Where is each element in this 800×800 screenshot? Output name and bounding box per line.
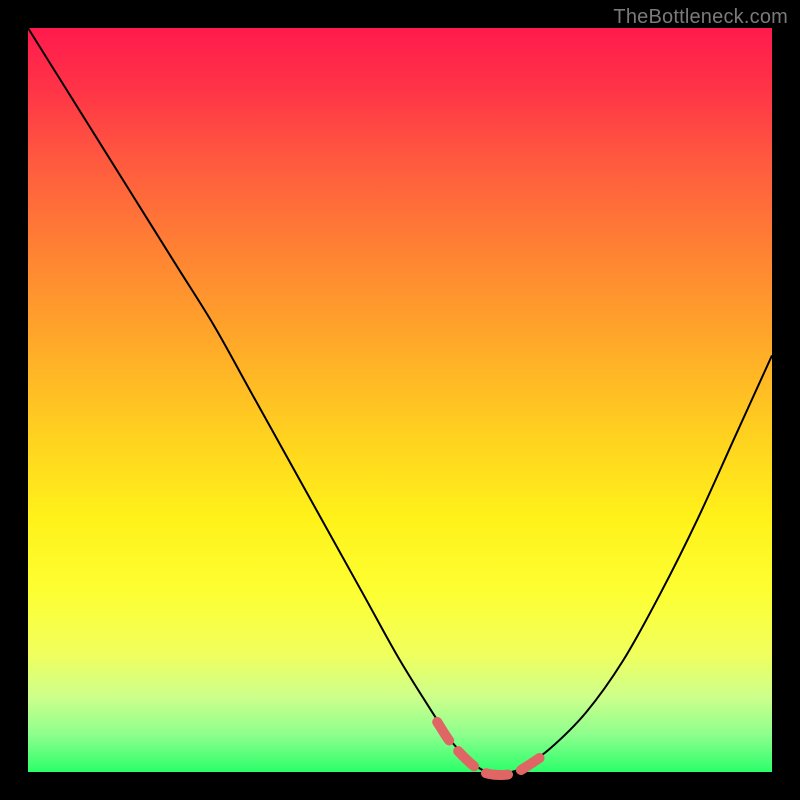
- optimal-valley-highlight: [437, 722, 549, 775]
- chart-plot-area: [28, 28, 772, 772]
- chart-svg: [28, 28, 772, 772]
- watermark-text: TheBottleneck.com: [613, 6, 788, 29]
- bottleneck-curve-line: [28, 28, 772, 773]
